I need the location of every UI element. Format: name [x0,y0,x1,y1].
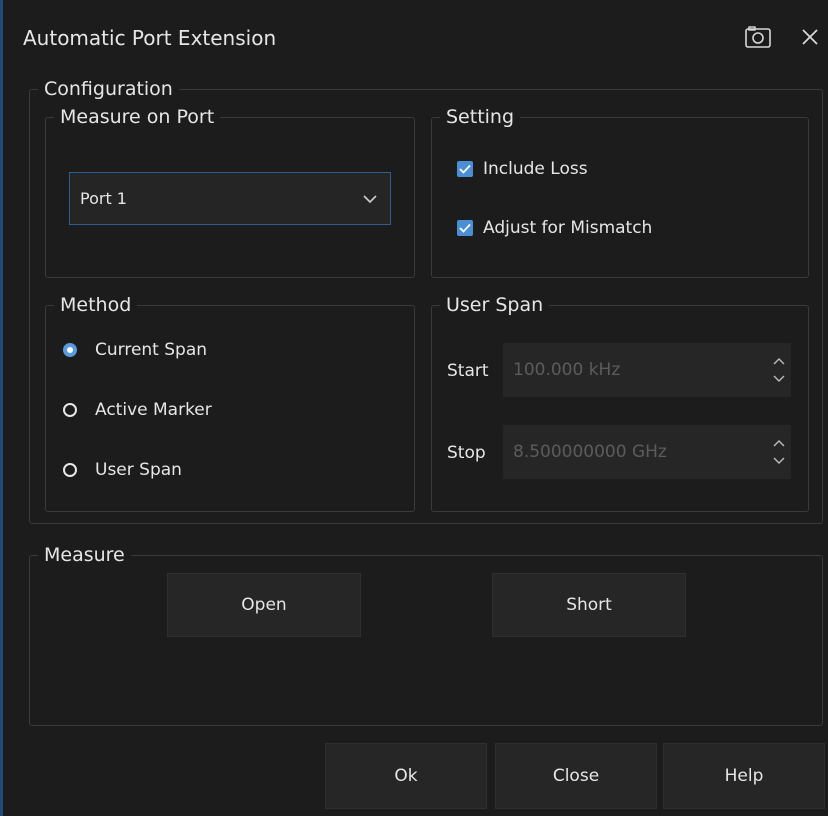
title-bar: Automatic Port Extension [3,0,828,80]
setting-legend: Setting [446,106,515,128]
checkbox-checked-icon [457,220,473,236]
spin-arrows[interactable] [767,343,791,397]
spin-arrows[interactable] [767,425,791,479]
method-legend: Method [60,294,132,316]
close-button[interactable]: Close [495,743,657,809]
radio-current-span-label: Current Span [95,340,208,360]
radio-user-span[interactable]: User Span [63,460,182,480]
chevron-down-icon [363,194,377,203]
chevron-up-icon[interactable] [773,439,785,447]
radio-unselected-icon [63,463,77,477]
camera-icon[interactable] [743,24,773,50]
port-select-value: Port 1 [80,189,127,208]
chevron-down-icon[interactable] [773,375,785,383]
radio-current-span[interactable]: Current Span [63,340,207,360]
adjust-mismatch-checkbox[interactable]: Adjust for Mismatch [457,218,652,238]
radio-active-marker-label: Active Marker [95,400,212,420]
dialog-title: Automatic Port Extension [23,26,277,50]
close-icon[interactable] [795,22,825,52]
include-loss-label: Include Loss [483,159,588,179]
ok-button[interactable]: Ok [325,743,487,809]
checkbox-checked-icon [457,161,473,177]
radio-unselected-icon [63,403,77,417]
help-button[interactable]: Help [663,743,825,809]
stop-frequency-value: 8.500000000 GHz [513,442,667,462]
adjust-mismatch-label: Adjust for Mismatch [483,218,653,238]
open-button[interactable]: Open [167,573,361,637]
configuration-legend: Configuration [44,78,173,100]
start-label: Start [447,361,489,381]
stop-frequency-input[interactable]: 8.500000000 GHz [503,425,791,479]
setting-group: Setting [431,106,809,278]
automatic-port-extension-dialog: Automatic Port Extension Configuration M… [0,0,828,816]
measure-group: Measure [29,544,823,726]
port-select[interactable]: Port 1 [69,172,391,225]
radio-selected-icon [63,343,77,357]
measure-legend: Measure [44,544,125,566]
radio-active-marker[interactable]: Active Marker [63,400,212,420]
start-frequency-input[interactable]: 100.000 kHz [503,343,791,397]
user-span-legend: User Span [446,294,544,316]
chevron-up-icon[interactable] [773,357,785,365]
short-button[interactable]: Short [492,573,686,637]
measure-on-port-legend: Measure on Port [60,106,215,128]
start-frequency-value: 100.000 kHz [513,360,621,380]
radio-user-span-label: User Span [95,460,182,480]
chevron-down-icon[interactable] [773,457,785,465]
stop-label: Stop [447,443,486,463]
user-span-group: User Span [431,294,809,512]
include-loss-checkbox[interactable]: Include Loss [457,159,588,179]
